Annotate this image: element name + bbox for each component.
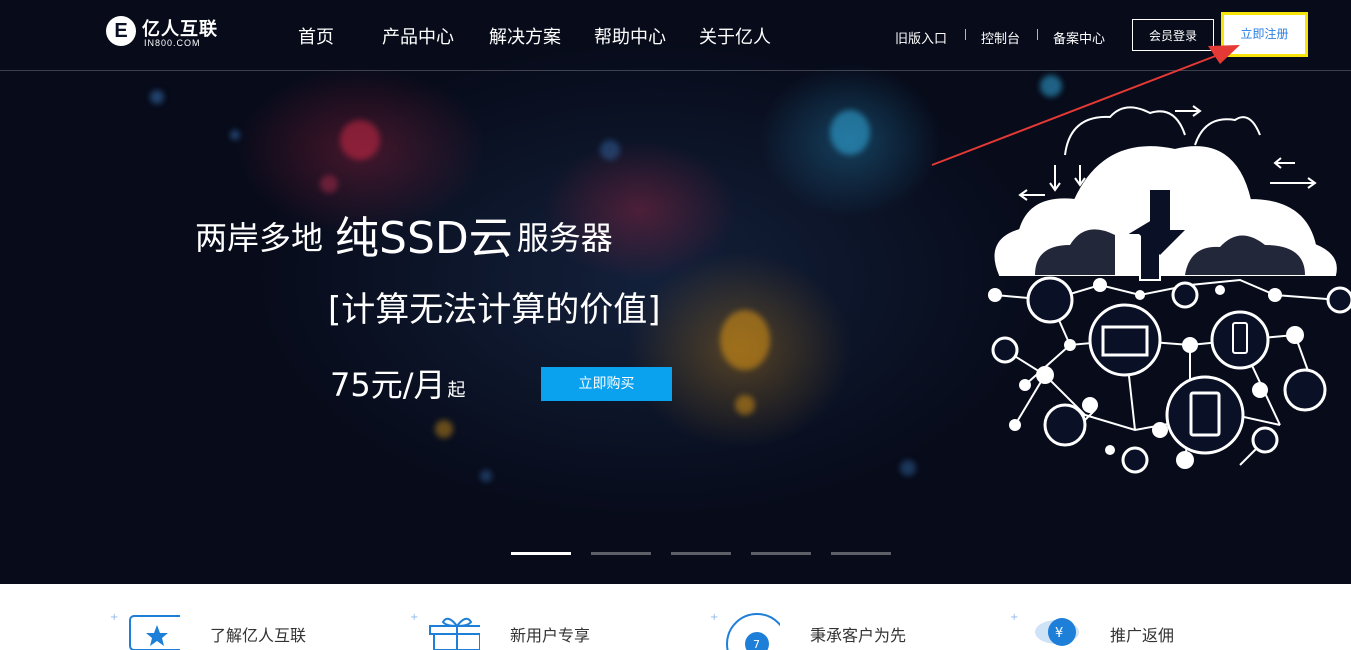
feature-customer-first-label: 秉承客户为先 — [810, 626, 907, 645]
map-dot — [230, 130, 240, 140]
arrow-left-icon — [1018, 189, 1045, 201]
map-dot — [1040, 75, 1062, 97]
slider-dot-1[interactable] — [511, 552, 571, 555]
send-icon — [1251, 426, 1279, 454]
brand-domain: IN800.COM — [144, 38, 201, 48]
mail-icon — [1326, 286, 1351, 314]
feature-about-label: 了解亿人互联 — [210, 626, 307, 645]
divider — [1037, 29, 1038, 40]
arrow-right-icon — [1270, 177, 1317, 189]
map-pin-orange — [720, 310, 770, 370]
hero-banner: E 亿人互联 IN800.COM 首页 产品中心 解决方案 帮助中心 关于亿人 … — [0, 0, 1351, 584]
register-button-label: 立即注册 — [1240, 27, 1289, 41]
arrow-left-icon — [1273, 157, 1295, 169]
arrow-down-icon — [1074, 165, 1086, 187]
svg-text:+: + — [1010, 612, 1018, 623]
svg-text:¥: ¥ — [1055, 626, 1063, 641]
nav-about[interactable]: 关于亿人 — [699, 23, 771, 49]
register-button[interactable]: 立即注册 — [1221, 12, 1308, 57]
nav-help[interactable]: 帮助中心 — [594, 23, 666, 49]
brand-logo[interactable]: E 亿人互联 IN800.COM — [106, 14, 236, 54]
nav-products[interactable]: 产品中心 — [382, 23, 454, 49]
map-pin-red — [340, 120, 380, 160]
monitor-icon — [1088, 303, 1162, 377]
phone-icon — [1210, 310, 1270, 370]
top-header: E 亿人互联 IN800.COM 首页 产品中心 解决方案 帮助中心 关于亿人 … — [0, 0, 1351, 71]
slider-dot-2[interactable] — [591, 552, 651, 555]
hero-tagline: [计算无法计算的价值] — [328, 290, 661, 330]
feature-new-user-label: 新用户专享 — [510, 626, 591, 645]
map-pin-blue — [830, 110, 870, 155]
hero-price: 75元/月起 — [330, 360, 466, 406]
hero-headline-suffix: 服务器 — [516, 219, 613, 257]
svg-text:+: + — [710, 612, 718, 623]
logo-mark-icon: E — [106, 16, 136, 46]
buy-now-button[interactable]: 立即购买 — [541, 367, 672, 401]
map-dot — [320, 175, 338, 193]
map-dot — [600, 140, 620, 160]
login-button[interactable]: 会员登录 — [1132, 19, 1214, 51]
cloud-network-illustration — [988, 105, 1351, 474]
network-hub-icon — [1026, 276, 1074, 324]
nav-home[interactable]: 首页 — [298, 23, 334, 49]
link-console[interactable]: 控制台 — [981, 28, 1020, 47]
map-dot — [480, 470, 492, 482]
chat-icon — [991, 336, 1019, 364]
yen-coin-icon: + ¥ — [1010, 612, 1079, 646]
gear-icon — [1043, 403, 1087, 447]
slider-dot-4[interactable] — [751, 552, 811, 555]
svg-text:+: + — [410, 612, 418, 623]
wifi-icon — [1171, 281, 1199, 309]
nav-solutions[interactable]: 解决方案 — [489, 23, 561, 49]
user-icon — [1283, 368, 1327, 412]
hero-price-suffix: 起 — [447, 380, 466, 401]
link-icp-center[interactable]: 备案中心 — [1053, 28, 1105, 47]
map-dot — [900, 460, 916, 476]
feature-referral-label: 推广返佣 — [1110, 626, 1175, 645]
map-dot — [735, 395, 755, 415]
tablet-icon — [1165, 375, 1245, 455]
svg-text:+: + — [110, 612, 118, 623]
hero-headline-prefix: 两岸多地 — [195, 219, 324, 257]
gift-box-icon: + — [410, 612, 480, 650]
hero-price-value: 75元/月 — [330, 366, 446, 404]
link-old-version[interactable]: 旧版入口 — [895, 28, 947, 47]
map-dot — [435, 420, 453, 438]
arrow-right-icon — [1175, 105, 1202, 117]
svg-text:7: 7 — [753, 638, 760, 650]
cloud-outline-icon — [1194, 116, 1261, 146]
star-card-icon: + — [110, 612, 180, 650]
hero-headline-big: 纯SSD云 — [335, 213, 513, 264]
map-dot — [150, 90, 164, 104]
clock-badge-icon: + 7 — [710, 612, 780, 650]
slider-dot-5[interactable] — [831, 552, 891, 555]
slider-dot-3[interactable] — [671, 552, 731, 555]
hero-headline: 两岸多地 纯SSD云 服务器 — [195, 198, 613, 264]
arrow-down-icon — [1049, 165, 1061, 192]
divider — [965, 29, 966, 40]
